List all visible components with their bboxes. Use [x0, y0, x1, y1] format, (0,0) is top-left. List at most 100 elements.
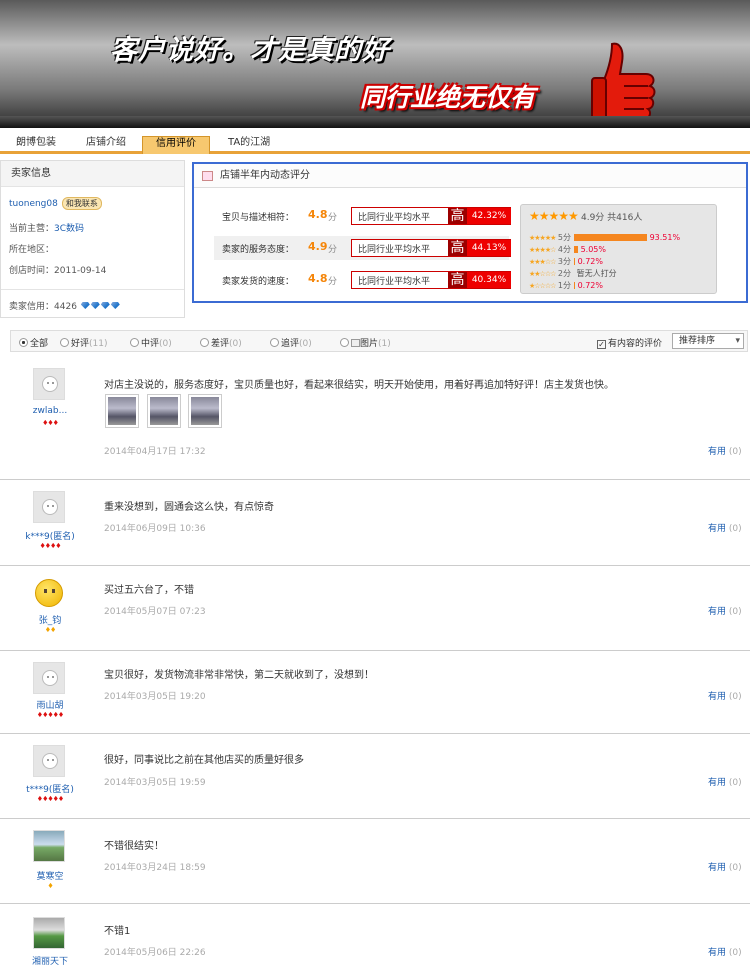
region-label: 所在地区： — [9, 245, 55, 255]
promo-banner: 客户说好。才是真的好 同行业绝无仅有 — [0, 0, 750, 128]
review-item: t***9(匿名) ♦♦♦♦♦ 很好，同事说比之前在其他店买的质量好很多 201… — [0, 735, 750, 819]
thumbs-up-icon — [591, 42, 656, 121]
avatar[interactable] — [33, 491, 65, 523]
avatar[interactable] — [33, 368, 65, 400]
distribution-row: ★☆☆☆☆ 1分 0.72% — [529, 280, 603, 291]
filter-label: 差评 — [211, 339, 230, 349]
radio-icon — [130, 338, 139, 347]
dim-unit: 分 — [328, 245, 338, 255]
useful-button[interactable]: 有用 (0) — [708, 945, 742, 958]
star-rating-icon: ★★★★★ — [529, 234, 556, 242]
created-label: 创店时间： — [9, 266, 55, 276]
reviewer-name[interactable]: zwlab... — [0, 406, 100, 416]
review-date: 2014年03月05日 19:59 — [104, 778, 206, 788]
dim-label: 卖家的服务态度： — [222, 245, 295, 255]
tab-credit-rating[interactable]: 信用评价 — [142, 136, 210, 154]
star-rating-icon: ★★☆☆☆ — [529, 270, 556, 278]
useful-button[interactable]: 有用 (0) — [708, 775, 742, 788]
filter-all[interactable]: 全部 — [19, 336, 48, 349]
seller-name-row: tuoneng08 和我联系 — [9, 197, 102, 210]
distribution-bar — [573, 246, 578, 253]
reviewer-name[interactable]: 张_钧 — [0, 613, 100, 626]
dim-label: 宝贝与描述相符： — [222, 213, 295, 223]
useful-button[interactable]: 有用 (0) — [708, 521, 742, 534]
review-photo[interactable] — [105, 394, 139, 428]
reviewer-name[interactable]: 湘丽天下 — [0, 954, 100, 967]
dim-score: 4.8 — [308, 208, 328, 221]
tab-store-intro[interactable]: 店铺介绍 — [80, 136, 132, 154]
banner-slogan: 客户说好。才是真的好 — [110, 35, 390, 66]
filter-count: (11) — [89, 339, 108, 349]
buyer-level-icon: ♦♦♦ — [42, 419, 59, 427]
avatar[interactable] — [33, 917, 65, 949]
filter-positive[interactable]: 好评(11) — [60, 336, 108, 349]
filter-neutral[interactable]: 中评(0) — [130, 336, 172, 349]
avatar[interactable] — [33, 830, 65, 862]
rating-title: 店铺半年内动态评分 — [220, 170, 310, 181]
sort-select[interactable]: 推荐排序 — [672, 333, 744, 349]
distribution-bar — [573, 234, 647, 241]
compare-pct: 40.34% — [467, 272, 511, 288]
review-text: 重来没想到，圆通会这么快，有点惊奇 — [104, 502, 274, 513]
industry-compare: 比同行业平均水平 高 42.32% — [351, 207, 511, 225]
score-distribution: ★★★★★ 4.9分 共416人 ★★★★★ 5分 93.51% ★★★★☆ 4分… — [520, 204, 717, 294]
review-item: 莫寒空 ♦ 不错很结实！ 2014年03月24日 18:59 有用 (0) — [0, 820, 750, 904]
tab-jianghu[interactable]: TA的江湖 — [222, 136, 276, 154]
avatar[interactable] — [33, 577, 65, 609]
reviewer-name[interactable]: t***9(匿名) — [0, 782, 100, 795]
contact-seller-button[interactable]: 和我联系 — [61, 197, 102, 210]
distribution-bar — [573, 258, 575, 265]
avatar[interactable] — [33, 662, 65, 694]
seller-main-link[interactable]: 3C数码 — [54, 224, 84, 234]
useful-button[interactable]: 有用 (0) — [708, 860, 742, 873]
default-avatar-icon — [42, 670, 58, 686]
distribution-bar — [573, 282, 575, 289]
avatar[interactable] — [33, 745, 65, 777]
seller-name-link[interactable]: tuoneng08 — [9, 199, 58, 209]
filter-label: 好评 — [71, 339, 90, 349]
useful-count: (0) — [728, 607, 742, 617]
diamond-icon — [90, 302, 100, 309]
rating-service-attitude: 卖家的服务态度： 4.9 分 比同行业平均水平 高 44.13% — [214, 236, 511, 260]
filter-count: (0) — [299, 339, 312, 349]
useful-button[interactable]: 有用 (0) — [708, 689, 742, 702]
dim-label: 卖家发货的速度： — [222, 277, 295, 287]
credit-label: 卖家信用： — [9, 302, 55, 312]
radio-icon — [60, 338, 69, 347]
rating-shipping-speed: 卖家发货的速度： 4.8 分 比同行业平均水平 高 40.34% — [214, 268, 511, 292]
banner-slogan-secondary: 同行业绝无仅有 — [360, 83, 536, 112]
reviewer-name[interactable]: k***9(匿名) — [0, 529, 100, 542]
dim-score: 4.9 — [308, 240, 328, 253]
review-photo[interactable] — [188, 394, 222, 428]
tab-packaging[interactable]: 朗博包装 — [10, 136, 62, 154]
filter-negative[interactable]: 差评(0) — [200, 336, 242, 349]
seller-created-row: 创店时间：2011-09-14 — [9, 263, 106, 276]
seller-info-title: 卖家信息 — [1, 161, 184, 187]
distribution-label: 4分 — [555, 245, 574, 254]
distribution-pct: 0.72% — [577, 281, 603, 290]
useful-button[interactable]: 有用 (0) — [708, 604, 742, 617]
useful-button[interactable]: 有用 (0) — [708, 444, 742, 457]
smiley-avatar-icon — [35, 579, 63, 607]
reviewer-name[interactable]: 莫寒空 — [0, 869, 100, 882]
has-content-toggle[interactable]: ✓ 有内容的评价 — [597, 336, 662, 349]
credit-value: 4426 — [54, 302, 77, 312]
useful-label: 有用 — [708, 447, 727, 457]
reviewer-name[interactable]: 雨山胡 — [0, 698, 100, 711]
review-date: 2014年05月06日 22:26 — [104, 948, 206, 958]
rating-panel-header: 店铺半年内动态评分 — [194, 164, 746, 188]
filter-label: 追评 — [281, 339, 300, 349]
review-date: 2014年04月17日 17:32 — [104, 447, 206, 457]
review-photo[interactable] — [147, 394, 181, 428]
review-item: 湘丽天下 不错1 2014年05月06日 22:26 有用 (0) — [0, 905, 750, 969]
useful-label: 有用 — [708, 607, 727, 617]
useful-count: (0) — [728, 447, 742, 457]
distribution-label: 2分 — [555, 269, 574, 278]
review-text: 不错1 — [104, 926, 131, 937]
filter-label: 图片 — [360, 339, 379, 349]
filter-followup[interactable]: 追评(0) — [270, 336, 312, 349]
distribution-pct: 暂无人打分 — [576, 269, 617, 278]
useful-count: (0) — [728, 948, 742, 958]
filter-images[interactable]: 图片(1) — [340, 336, 391, 349]
filter-count: (0) — [229, 339, 242, 349]
